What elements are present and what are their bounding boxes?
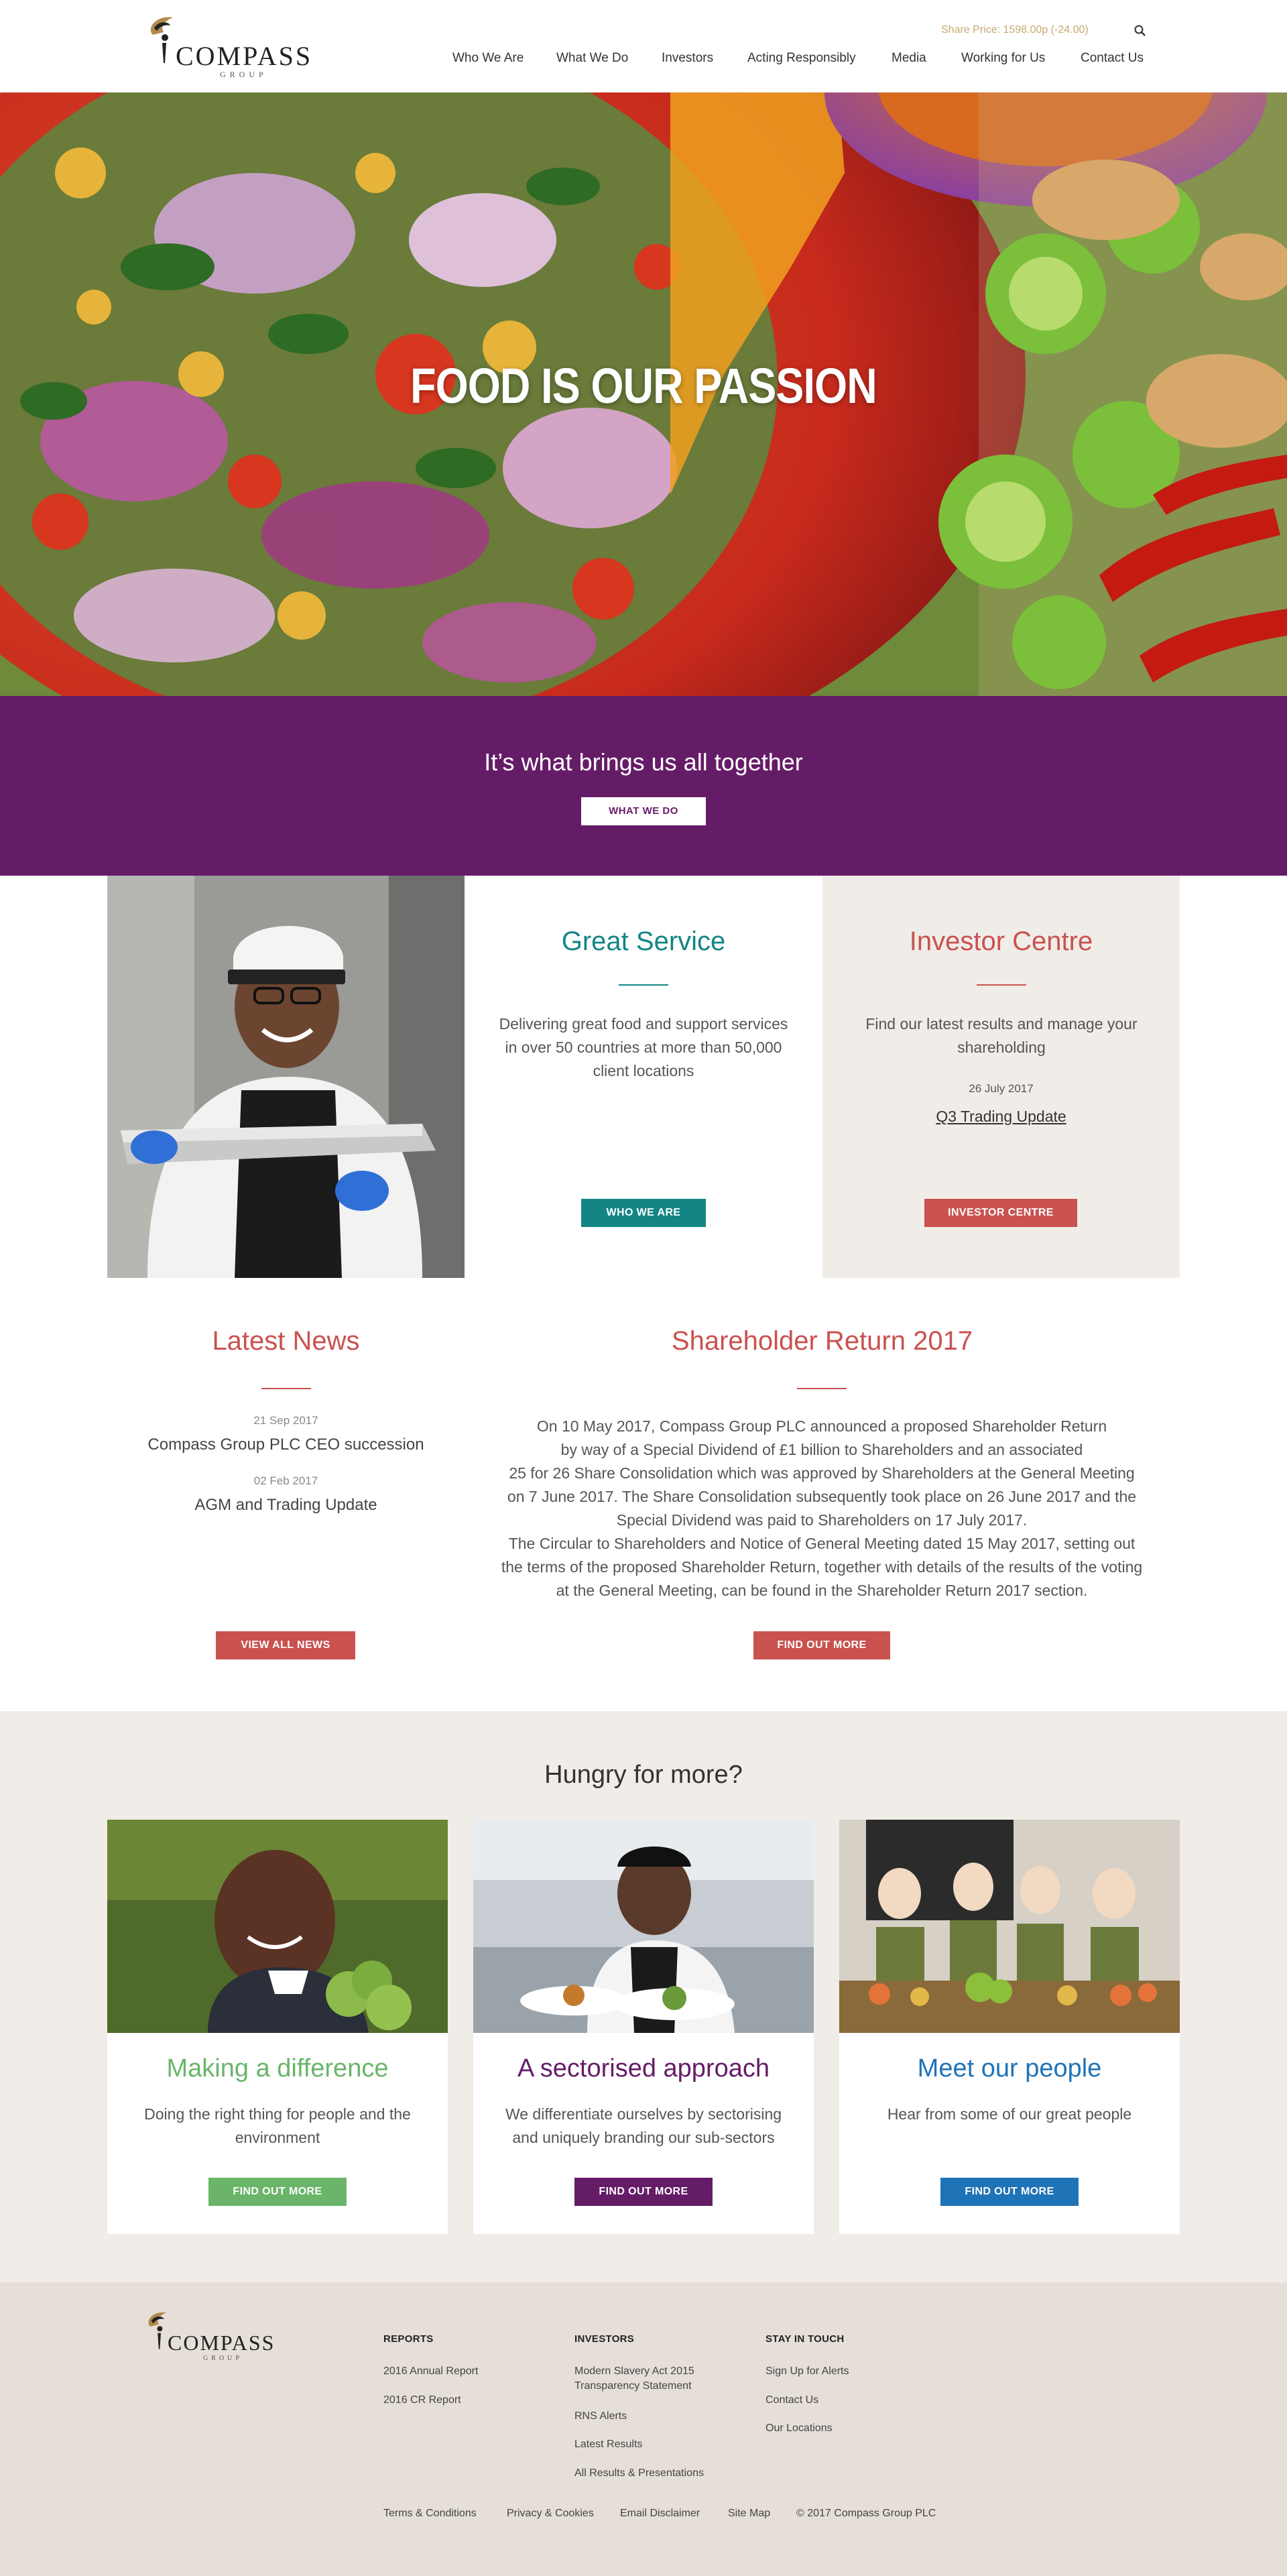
investor-centre-button[interactable]: INVESTOR CENTRE [924, 1199, 1077, 1227]
investor-centre-title: Investor Centre [909, 927, 1093, 956]
footer-link[interactable]: 2016 Annual Report [383, 2364, 478, 2379]
logo-subtitle: GROUP [220, 70, 267, 79]
meet-our-people-button[interactable]: FIND OUT MORE [940, 2178, 1079, 2206]
meet-our-people-card: Meet our people Hear from some of our gr… [839, 1820, 1180, 2234]
hungry-for-more-section: Hungry for more? Making a difference Doi… [0, 1711, 1287, 2282]
sectorised-approach-title: A sectorised approach [517, 2054, 770, 2083]
tagline-text: It’s what brings us all together [484, 748, 803, 776]
footer-investors-heading: INVESTORS [574, 2333, 635, 2345]
shareholder-find-out-more-button[interactable]: FIND OUT MORE [753, 1631, 890, 1659]
site-header: COMPASS GROUP Share Price: 1598.00p (-24… [0, 0, 1287, 93]
footer-link[interactable]: All Results & Presentations [574, 2466, 704, 2481]
news-date: 21 Sep 2017 [253, 1414, 318, 1427]
news-headline[interactable]: Compass Group PLC CEO succession [107, 1436, 465, 1454]
making-a-difference-card: Making a difference Doing the right thin… [107, 1820, 448, 2234]
share-price[interactable]: Share Price: 1598.00p (-24.00) [941, 24, 1089, 36]
shareholder-line: at the General Meeting, can be found in … [556, 1582, 1088, 1599]
footer-link[interactable]: Sign Up for Alerts [765, 2364, 849, 2379]
shareholder-line: on 7 June 2017. The Share Consolidation … [507, 1488, 1137, 1505]
footer-link[interactable]: Modern Slavery Act 2015 Transparency Sta… [574, 2364, 722, 2394]
staff-team-photo [839, 1820, 1180, 2033]
making-a-difference-body: Doing the right thing for people and the… [144, 2105, 411, 2146]
making-a-difference-title: Making a difference [166, 2054, 389, 2083]
investor-centre-card: Investor Centre Find our latest results … [822, 876, 1180, 1278]
great-service-title: Great Service [561, 927, 726, 956]
investor-centre-body: Find our latest results and manage your … [865, 1015, 1138, 1056]
great-service-card: Great Service Delivering great food and … [465, 876, 822, 1278]
footer-link[interactable]: Our Locations [765, 2421, 833, 2436]
nav-working-for-us[interactable]: Working for Us [961, 51, 1045, 66]
what-we-do-button[interactable]: WHAT WE DO [581, 797, 706, 825]
nav-media[interactable]: Media [892, 51, 926, 66]
chef-photo [107, 876, 465, 1278]
terms-link[interactable]: Terms & Conditions [383, 2508, 477, 2520]
site-footer: COMPASS GROUP REPORTS 2016 Annual Report… [0, 2282, 1287, 2576]
footer-link[interactable]: Contact Us [765, 2393, 818, 2408]
q3-trading-update-link[interactable]: Q3 Trading Update [822, 1108, 1180, 1126]
who-we-are-button[interactable]: WHO WE ARE [581, 1199, 706, 1227]
shareholder-line: by way of a Special Dividend of £1 billi… [560, 1441, 1083, 1458]
main-nav: Who We Are What We Do Investors Acting R… [0, 51, 1287, 71]
investor-update-date: 26 July 2017 [969, 1082, 1034, 1095]
sectorised-approach-button[interactable]: FIND OUT MORE [574, 2178, 713, 2206]
news-date: 02 Feb 2017 [253, 1474, 318, 1487]
meet-our-people-title: Meet our people [917, 2054, 1102, 2083]
shareholder-return-title: Shareholder Return 2017 [671, 1326, 973, 1356]
site-map-link[interactable]: Site Map [728, 2508, 770, 2520]
shareholder-line: On 10 May 2017, Compass Group PLC announ… [536, 1417, 1107, 1435]
news-headline[interactable]: AGM and Trading Update [107, 1496, 465, 1515]
footer-logo[interactable]: COMPASS GROUP [139, 2305, 287, 2362]
copyright-text: © 2017 Compass Group PLC [796, 2508, 936, 2519]
view-all-news-button[interactable]: VIEW ALL NEWS [216, 1631, 355, 1659]
child-with-broccoli-photo [107, 1820, 448, 2033]
sectorised-approach-body: We differentiate ourselves by sectorisin… [505, 2105, 782, 2146]
shareholder-return-body: On 10 May 2017, Compass Group PLC announ… [483, 1415, 1161, 1602]
email-disclaimer-link[interactable]: Email Disclaimer [620, 2508, 700, 2520]
sectorised-approach-card: A sectorised approach We differentiate o… [473, 1820, 814, 2234]
footer-link[interactable]: 2016 CR Report [383, 2393, 461, 2408]
shareholder-return-divider [797, 1388, 847, 1389]
great-service-body: Delivering great food and support servic… [499, 1015, 788, 1079]
page: COMPASS GROUP Share Price: 1598.00p (-24… [0, 0, 1287, 2576]
hero-title: FOOD IS OUR PASSION [410, 358, 877, 414]
nav-what-we-do[interactable]: What We Do [556, 51, 628, 66]
hero-banner: FOOD IS OUR PASSION [0, 93, 1287, 696]
footer-reports-heading: REPORTS [383, 2333, 434, 2345]
shareholder-line: the terms of the proposed Shareholder Re… [501, 1558, 1143, 1576]
chef-plating-photo [473, 1820, 814, 2033]
footer-link[interactable]: RNS Alerts [574, 2409, 627, 2424]
hungry-for-more-title: Hungry for more? [544, 1761, 743, 1789]
nav-contact-us[interactable]: Contact Us [1081, 51, 1144, 66]
investor-centre-divider [977, 984, 1026, 986]
shareholder-line: Special Dividend was paid to Shareholder… [616, 1511, 1028, 1529]
latest-news-divider [261, 1388, 311, 1389]
shareholder-line: 25 for 26 Share Consolidation which was … [509, 1464, 1135, 1482]
nav-investors[interactable]: Investors [662, 51, 713, 66]
latest-news-title: Latest News [212, 1326, 360, 1356]
footer-logo-wordmark: COMPASS [168, 2331, 275, 2355]
nav-acting-responsibly[interactable]: Acting Responsibly [747, 51, 856, 66]
shareholder-line: The Circular to Shareholders and Notice … [508, 1535, 1136, 1552]
meet-our-people-body: Hear from some of our great people [887, 2105, 1132, 2123]
tagline-band: It’s what brings us all together WHAT WE… [0, 696, 1287, 876]
search-icon[interactable] [1133, 23, 1148, 38]
great-service-divider [619, 984, 668, 986]
footer-stay-in-touch-heading: STAY IN TOUCH [765, 2333, 845, 2345]
nav-who-we-are[interactable]: Who We Are [452, 51, 524, 66]
privacy-link[interactable]: Privacy & Cookies [507, 2508, 594, 2520]
footer-link[interactable]: Latest Results [574, 2437, 642, 2452]
making-a-difference-button[interactable]: FIND OUT MORE [208, 2178, 347, 2206]
footer-logo-subtitle: GROUP [203, 2355, 243, 2362]
